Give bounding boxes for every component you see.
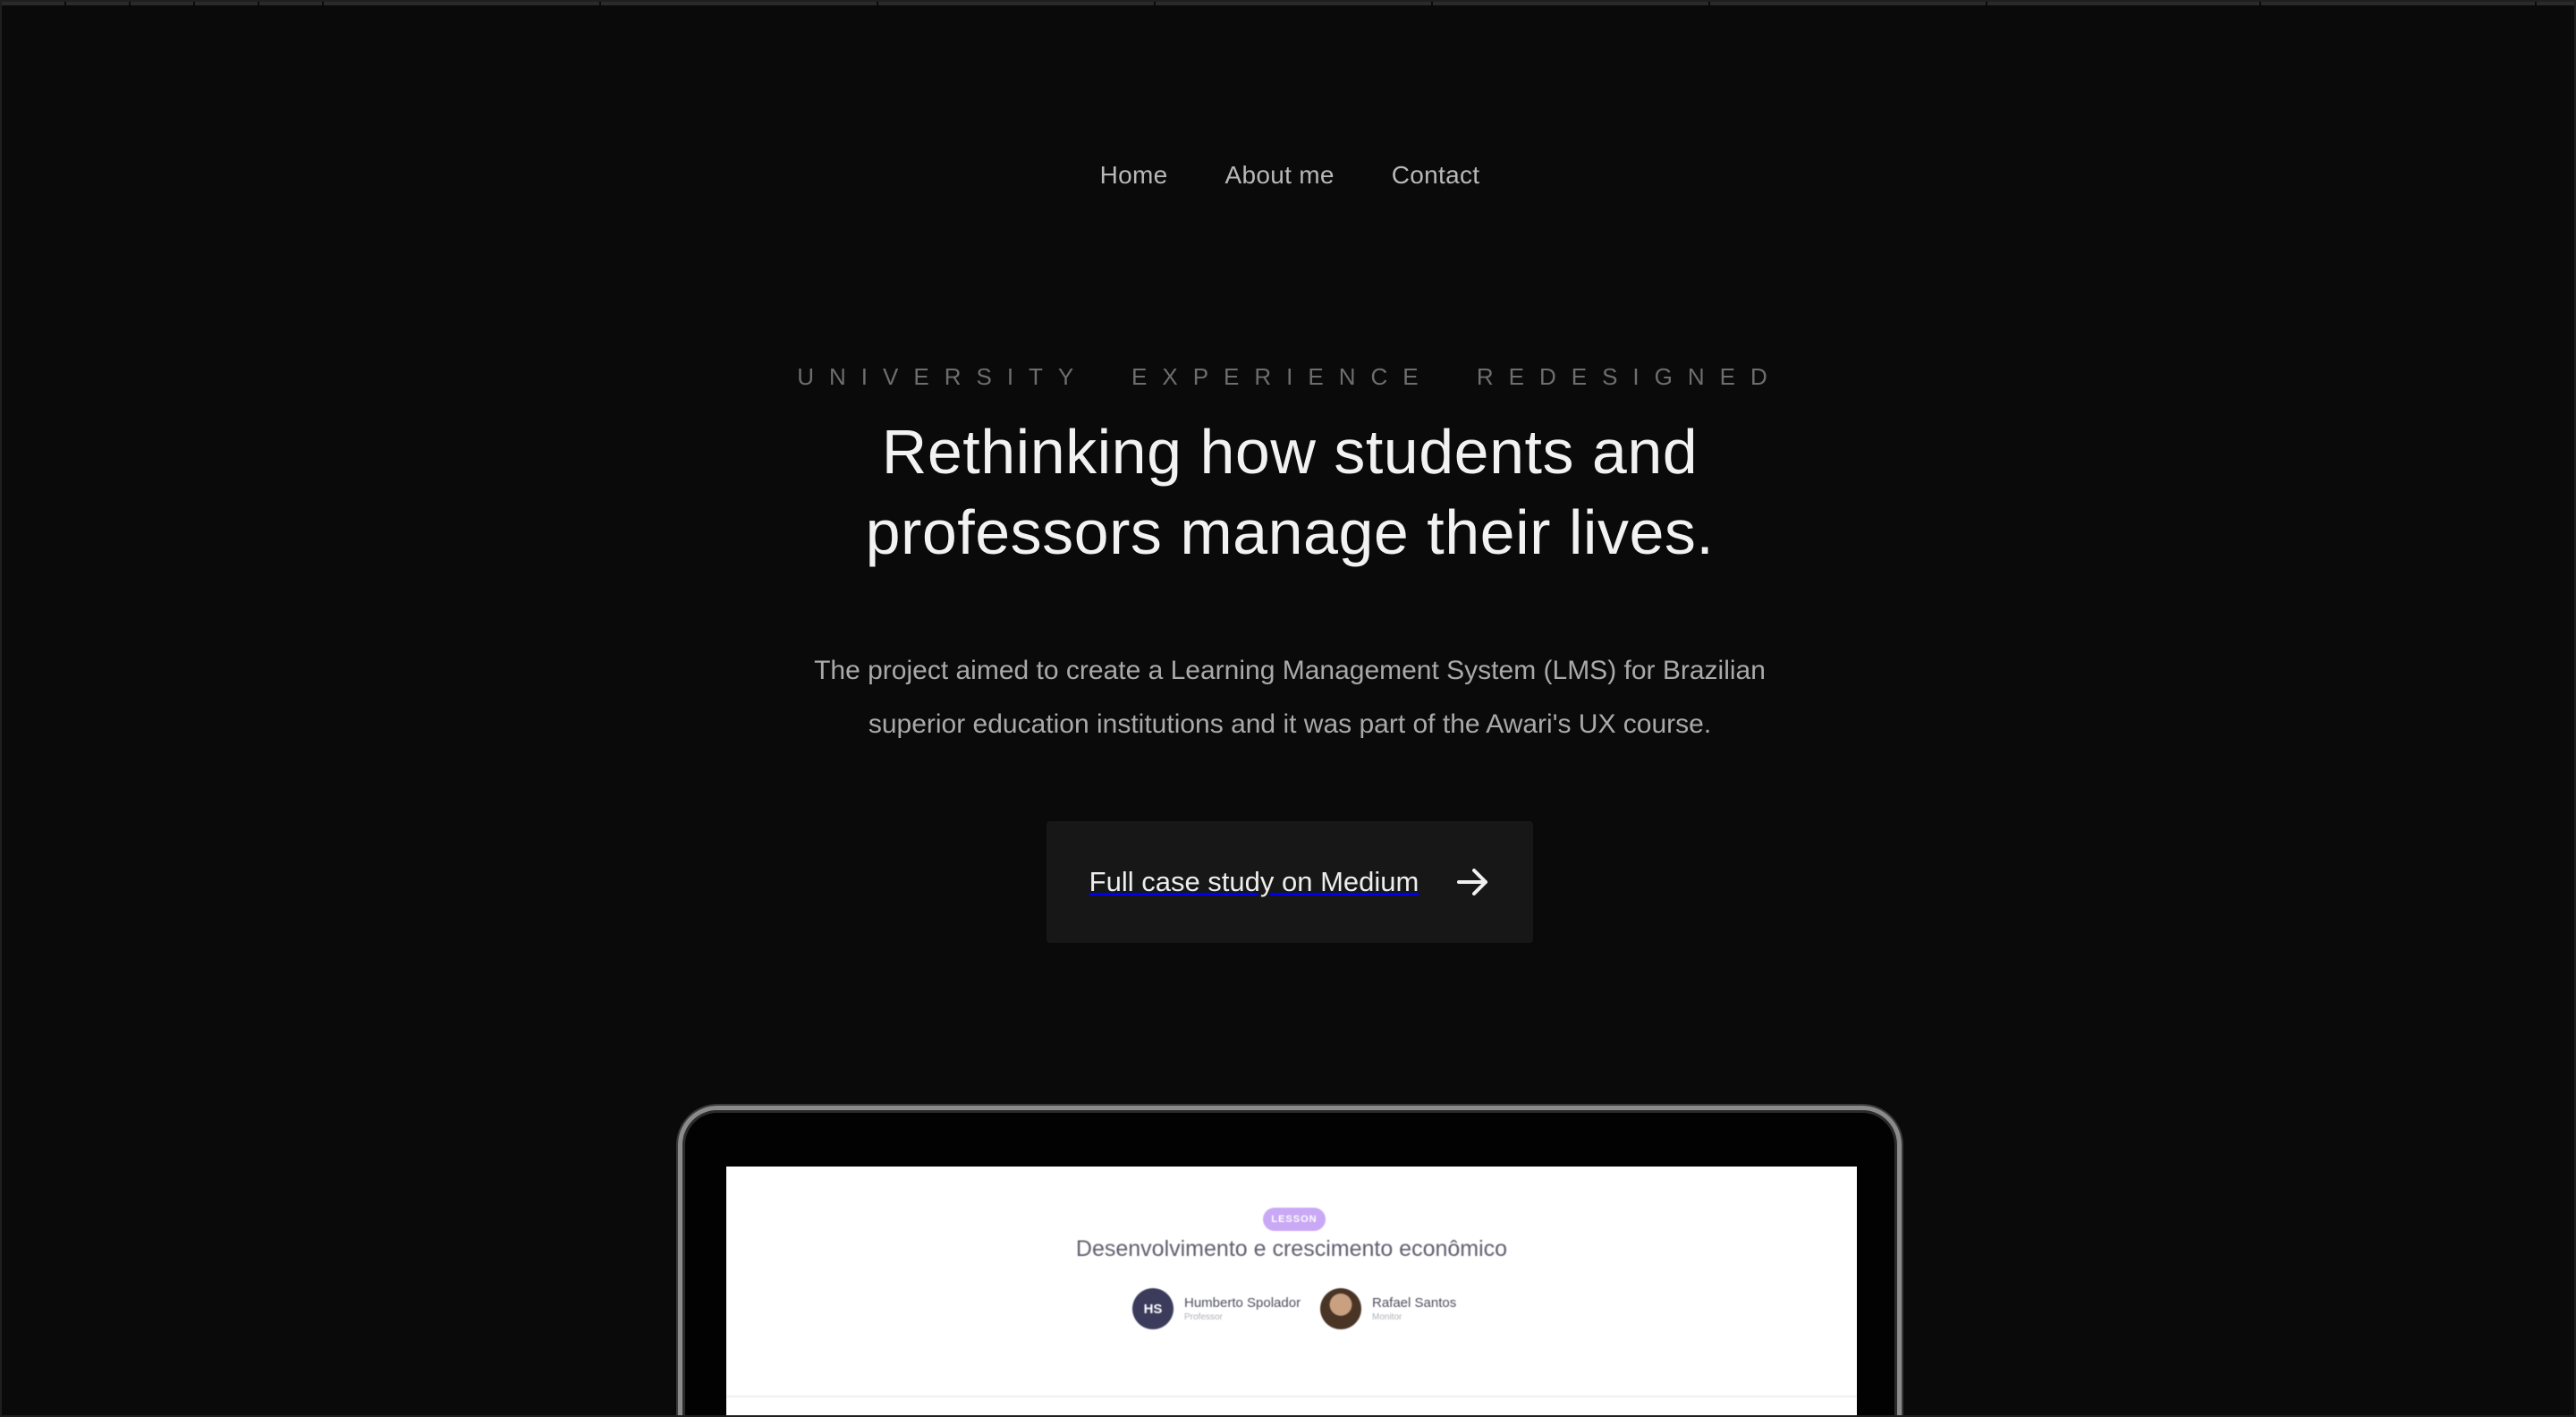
lesson-badge: LESSON: [1263, 1208, 1326, 1231]
person-name: Rafael Santos: [1372, 1295, 1457, 1311]
hero-description-line-2: superior education institutions and it w…: [868, 709, 1712, 739]
hero-headline: Rethinking how students and professors m…: [2, 412, 2574, 573]
person-role: Monitor: [1372, 1312, 1402, 1322]
main-nav: Home About me Contact: [2, 161, 2574, 190]
hero-description-line-1: The project aimed to create a Learning M…: [814, 656, 1766, 685]
nav-item-contact[interactable]: Contact: [1392, 161, 1480, 190]
avatar: HS: [1132, 1288, 1174, 1329]
person-name: Humberto Spolador: [1184, 1295, 1301, 1311]
person-professor: HS Humberto Spolador Professor: [1132, 1288, 1301, 1329]
arrow-right-icon: [1456, 867, 1490, 897]
nav-item-about-me[interactable]: About me: [1225, 161, 1335, 190]
hero-headline-line-2: professors manage their lives.: [865, 497, 1715, 567]
person-monitor: Rafael Santos Monitor: [1320, 1288, 1456, 1329]
avatar: [1320, 1288, 1361, 1329]
person-role: Professor: [1184, 1312, 1223, 1322]
hero-headline-line-1: Rethinking how students and: [881, 417, 1699, 487]
medium-case-study-label: Full case study on Medium: [1089, 866, 1419, 897]
nav-item-home[interactable]: Home: [1100, 161, 1168, 190]
medium-case-study-button[interactable]: Full case study on Medium: [1046, 821, 1533, 943]
hero-eyebrow: UNIVERSITY EXPERIENCE REDESIGNED: [797, 363, 1783, 390]
laptop-screen: LESSON Desenvolvimento e crescimento eco…: [726, 1167, 1857, 1415]
top-rule: [2, 2, 2574, 5]
page: Home About me Contact UNIVERSITY EXPERIE…: [0, 0, 2576, 1417]
hero-description: The project aimed to create a Learning M…: [2, 644, 2574, 751]
lesson-title: Desenvolvimento e crescimento econômico: [1075, 1236, 1508, 1261]
divider: [726, 1396, 1857, 1397]
